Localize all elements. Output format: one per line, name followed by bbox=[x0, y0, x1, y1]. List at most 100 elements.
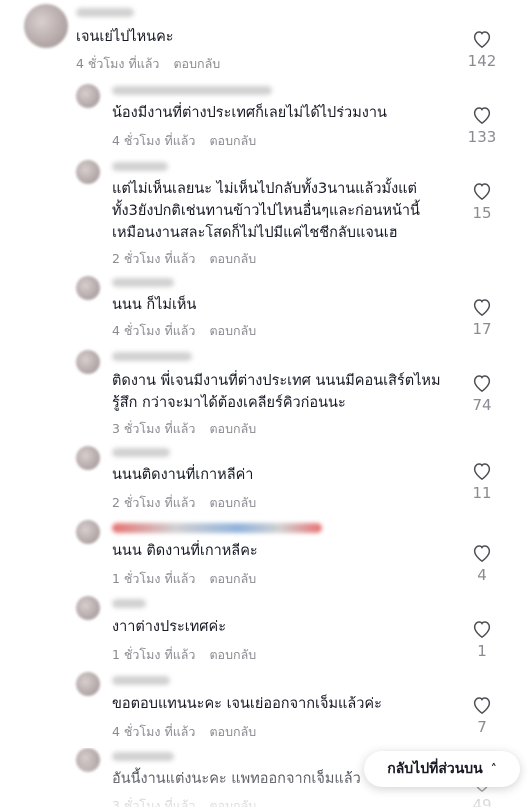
reply-item: นนน ก็ไม่เห็น 4 ชั่วโมง ที่แล้ว ตอบกลับ 1… bbox=[0, 276, 527, 346]
comment-time: 1 ชั่วโมง ที่แล้ว bbox=[112, 571, 196, 586]
comment-meta: 4 ชั่วโมง ที่แล้ว ตอบกลับ bbox=[112, 722, 256, 742]
username-blurred[interactable] bbox=[76, 8, 134, 17]
heart-icon bbox=[473, 375, 491, 392]
like-button[interactable]: 4 bbox=[462, 544, 502, 584]
comment-meta: 1 ชั่วโมง ที่แล้ว ตอบกลับ bbox=[112, 569, 256, 589]
like-button[interactable]: 1 bbox=[462, 620, 502, 660]
reply-button[interactable]: ตอบกลับ bbox=[209, 571, 256, 586]
reply-item: ขอตอบแทนนะคะ เจนเย่ออกจากเจ็มแล้วค่ะ 4 ช… bbox=[0, 672, 527, 742]
username-blurred[interactable] bbox=[112, 448, 170, 457]
comment-text: อันนี้งานแต่งนะคะ แพทออกจากเจ็มแล้ว bbox=[112, 771, 361, 787]
comment-meta: 3 ชั่วโมง ที่แล้ว ตอบกลับ bbox=[112, 796, 256, 807]
comment-time: 2 ชั่วโมง ที่แล้ว bbox=[112, 251, 196, 266]
reply-button[interactable]: ตอบกลับ bbox=[209, 647, 256, 662]
like-button[interactable]: 15 bbox=[462, 182, 502, 222]
reply-item: นนนติดงานที่เกาหลีค่า 2 ชั่วโมง ที่แล้ว ต… bbox=[0, 446, 527, 516]
reply-button[interactable]: ตอบกลับ bbox=[209, 133, 256, 148]
avatar[interactable] bbox=[76, 446, 100, 470]
comment-meta: 4 ชั่วโมง ที่แล้ว ตอบกลับ bbox=[112, 131, 256, 151]
like-button[interactable]: 142 bbox=[462, 30, 502, 70]
reply-item: น้องมีงานที่ต่างประเทศก็เลยไม่ได้ไปร่วมง… bbox=[0, 84, 527, 154]
reply-item: ติดงาน พี่เจนมีงานที่ต่างประเทศ นนนมีคอน… bbox=[0, 350, 527, 438]
username-blurred[interactable] bbox=[112, 162, 168, 171]
like-count: 74 bbox=[472, 396, 492, 414]
avatar[interactable] bbox=[76, 596, 100, 620]
avatar[interactable] bbox=[76, 748, 100, 772]
like-count: 7 bbox=[477, 718, 487, 736]
reply-button[interactable]: ตอบกลับ bbox=[209, 251, 256, 266]
comment-time: 4 ชั่วโมง ที่แล้ว bbox=[112, 724, 196, 739]
comment-item: เจนเย่ไปไหนคะ 4 ชั่วโมง ที่แล้ว ตอบกลับ 1… bbox=[0, 4, 527, 74]
heart-icon bbox=[473, 697, 491, 714]
like-count: 1 bbox=[477, 642, 487, 660]
reply-item: งาาต่างประเทศค่ะ 1 ชั่วโมง ที่แล้ว ตอบกลั… bbox=[0, 596, 527, 666]
avatar[interactable] bbox=[76, 672, 100, 696]
comment-text: นนน ติดงานที่เกาหลีคะ bbox=[112, 543, 258, 559]
back-to-top-button[interactable]: กลับไปที่ส่วนบน ˄ bbox=[364, 751, 520, 787]
reply-button[interactable]: ตอบกลับ bbox=[209, 323, 256, 338]
username-blurred[interactable] bbox=[112, 86, 272, 95]
comment-time: 4 ชั่วโมง ที่แล้ว bbox=[112, 323, 196, 338]
like-button[interactable]: 17 bbox=[462, 298, 502, 338]
username-blurred[interactable] bbox=[112, 676, 170, 685]
heart-icon bbox=[473, 545, 491, 562]
avatar[interactable] bbox=[24, 4, 68, 48]
comment-meta: 4 ชั่วโมง ที่แล้ว ตอบกลับ bbox=[112, 321, 256, 341]
like-count: 17 bbox=[472, 320, 492, 338]
like-count: 133 bbox=[467, 128, 497, 146]
comment-time: 4 ชั่วโมง ที่แล้ว bbox=[76, 56, 160, 71]
username-blurred[interactable] bbox=[112, 523, 322, 533]
heart-icon bbox=[473, 621, 491, 638]
heart-icon bbox=[473, 107, 491, 124]
comment-text: นนนติดงานที่เกาหลีค่า bbox=[112, 467, 254, 483]
comment-text: แต่ไม่เห็นเลยนะ ไม่เห็นไปกลับทั้ง3นานแล้… bbox=[112, 181, 420, 241]
avatar[interactable] bbox=[76, 160, 100, 184]
like-count: 142 bbox=[467, 52, 497, 70]
comment-text: ติดงาน พี่เจนมีงานที่ต่างประเทศ นนนมีคอน… bbox=[112, 373, 441, 411]
comment-text: น้องมีงานที่ต่างประเทศก็เลยไม่ได้ไปร่วมง… bbox=[112, 105, 387, 121]
like-button[interactable]: 133 bbox=[462, 106, 502, 146]
heart-icon bbox=[473, 183, 491, 200]
comment-meta: 4 ชั่วโมง ที่แล้ว ตอบกลับ bbox=[76, 54, 220, 74]
avatar[interactable] bbox=[76, 84, 100, 108]
like-count: 4 bbox=[477, 566, 487, 584]
heart-icon bbox=[473, 299, 491, 316]
comment-text: ขอตอบแทนนะคะ เจนเย่ออกจากเจ็มแล้วค่ะ bbox=[112, 696, 382, 712]
avatar[interactable] bbox=[76, 350, 100, 374]
username-blurred[interactable] bbox=[112, 599, 146, 608]
like-count: 15 bbox=[472, 204, 492, 222]
username-blurred[interactable] bbox=[112, 352, 192, 361]
username-blurred[interactable] bbox=[112, 752, 174, 761]
comment-time: 3 ชั่วโมง ที่แล้ว bbox=[112, 421, 196, 436]
reply-item: แต่ไม่เห็นเลยนะ ไม่เห็นไปกลับทั้ง3นานแล้… bbox=[0, 160, 527, 268]
like-button[interactable]: 74 bbox=[462, 374, 502, 414]
heart-icon bbox=[473, 31, 491, 48]
comment-meta: 3 ชั่วโมง ที่แล้ว ตอบกลับ bbox=[112, 419, 256, 439]
like-button[interactable]: 7 bbox=[462, 696, 502, 736]
comment-time: 3 ชั่วโมง ที่แล้ว bbox=[112, 798, 196, 807]
like-count: 49 bbox=[472, 796, 492, 807]
heart-icon bbox=[473, 463, 491, 480]
comment-meta: 2 ชั่วโมง ที่แล้ว ตอบกลับ bbox=[112, 249, 256, 269]
reply-button[interactable]: ตอบกลับ bbox=[173, 56, 220, 71]
back-to-top-label: กลับไปที่ส่วนบน bbox=[387, 761, 483, 777]
comment-meta: 1 ชั่วโมง ที่แล้ว ตอบกลับ bbox=[112, 645, 256, 665]
comment-time: 4 ชั่วโมง ที่แล้ว bbox=[112, 133, 196, 148]
reply-button[interactable]: ตอบกลับ bbox=[209, 724, 256, 739]
reply-button[interactable]: ตอบกลับ bbox=[209, 495, 256, 510]
comment-text: งาาต่างประเทศค่ะ bbox=[112, 619, 226, 635]
reply-button[interactable]: ตอบกลับ bbox=[209, 421, 256, 436]
comment-text: นนน ก็ไม่เห็น bbox=[112, 297, 197, 313]
avatar[interactable] bbox=[76, 276, 100, 300]
reply-item: นนน ติดงานที่เกาหลีคะ 1 ชั่วโมง ที่แล้ว ต… bbox=[0, 520, 527, 590]
comment-text: เจนเย่ไปไหนคะ bbox=[76, 29, 174, 45]
reply-button[interactable]: ตอบกลับ bbox=[209, 798, 256, 807]
comment-time: 1 ชั่วโมง ที่แล้ว bbox=[112, 647, 196, 662]
chevron-up-icon: ˄ bbox=[490, 762, 497, 776]
username-blurred[interactable] bbox=[112, 278, 174, 287]
avatar[interactable] bbox=[76, 520, 100, 544]
comment-meta: 2 ชั่วโมง ที่แล้ว ตอบกลับ bbox=[112, 493, 256, 513]
comment-time: 2 ชั่วโมง ที่แล้ว bbox=[112, 495, 196, 510]
like-button[interactable]: 11 bbox=[462, 462, 502, 502]
like-count: 11 bbox=[472, 484, 492, 502]
